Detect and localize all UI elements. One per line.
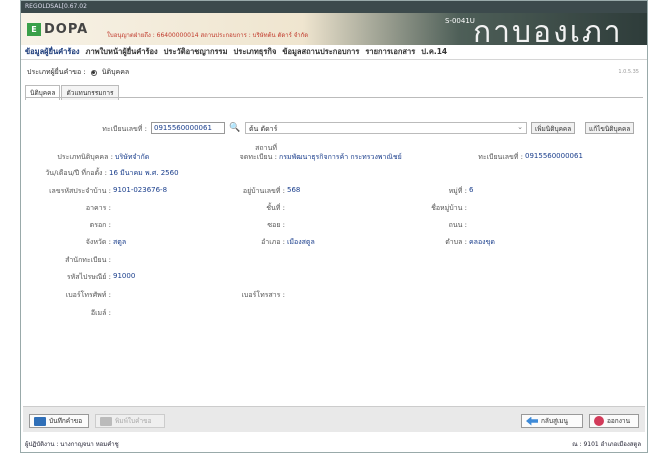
province-value: สตูล (113, 238, 127, 246)
back-button-label: กลับสู่เมนู (541, 417, 568, 425)
status-bar: ผู้ปฏิบัติงาน : นางกาญจนา หอมคำชู ณ : 91… (23, 439, 645, 449)
operator-name: ผู้ปฏิบัติงาน : นางกาญจนา หอมคำชู (25, 441, 119, 448)
office-location: ณ : 9101 อำเภอเมืองสตูล (572, 441, 641, 448)
reg-number-input[interactable]: 0915560000061 (151, 122, 225, 134)
road-label: ถนน : (448, 221, 467, 229)
amphoe-label: อำเภอ : (261, 238, 285, 246)
house-no-label: อยู่บ้านเลขที่ : (242, 187, 285, 195)
village-label: ชื่อหมู่บ้าน : (431, 204, 467, 212)
dopa-logo: E DOPA (27, 22, 88, 37)
fax-label: เบอร์โทรสาร : (241, 291, 285, 299)
phone-label: เบอร์โทรศัพท์ : (65, 291, 111, 299)
logo-mark: E (27, 23, 41, 36)
menu-applicant[interactable]: ข้อมูลผู้ยื่นคำร้อง (25, 46, 80, 58)
save-button-label: บันทึกคำขอ (49, 417, 83, 425)
applicant-type-row: ประเภทผู้ยื่นคำขอ : นิติบุคคล (27, 67, 129, 78)
exit-icon (594, 416, 604, 426)
chevron-down-icon[interactable]: ⌄ (517, 123, 523, 131)
moo-label: หมู่ที่ : (448, 187, 467, 195)
house-code-value: 9101-023676-8 (113, 186, 168, 194)
entity-type-value: บริษัทจำกัด (115, 153, 150, 161)
exit-button[interactable]: ออกงาน (589, 414, 639, 428)
radio-juristic[interactable] (90, 69, 97, 76)
building-label: อาคาร : (85, 204, 111, 212)
menu-documents[interactable]: รายการเอกสาร (365, 46, 415, 58)
menu-business-type[interactable]: ประเภทธุรกิจ (234, 46, 277, 58)
logo-text: DOPA (44, 22, 89, 37)
reg-date-label: วัน/เดือน/ปี ที่กอตั้ง : (45, 169, 107, 177)
back-to-menu-button[interactable]: กลับสู่เมนู (521, 414, 583, 428)
version-label: 1.0.5.35 (618, 69, 639, 75)
print-button[interactable]: พิมพ์ใบคำขอ (95, 414, 165, 428)
print-icon (100, 416, 112, 426)
house-code-label: เลขรหัสประจำบ้าน : (49, 187, 111, 195)
menu-face[interactable]: ภาพใบหน้าผู้ยื่นคำร้อง (86, 46, 158, 58)
back-arrow-icon (526, 416, 538, 426)
action-bar: บันทึกคำขอ พิมพ์ใบคำขอ กลับสู่เมนู ออกงา… (23, 406, 645, 432)
email-label: อีเมล์ : (90, 309, 111, 317)
print-button-label: พิมพ์ใบคำขอ (115, 417, 152, 425)
amphoe-value: เมืองสตูล (287, 238, 315, 246)
panel-divider (25, 97, 643, 98)
postcode-value: 91000 (113, 272, 136, 280)
company-select-value: ต้น ตัดาร์ (249, 125, 278, 133)
main-menu: ข้อมูลผู้ยื่นคำร้อง ภาพใบหน้าผู้ยื่นคำร้… (21, 45, 647, 59)
reg-date-value: 16 มีนาคม พ.ศ. 2560 (109, 169, 179, 177)
reg-search-label: ทะเบียนเลขที่ : (102, 125, 147, 133)
house-no-value: 568 (287, 186, 301, 194)
registrar-value: กรมพัฒนาธุรกิจการค้า กระทรวงพาณิชย์ (279, 153, 402, 161)
app-window: REGOLDSAL[0.67.02 E DOPA ใบอนุญาตฝ่ายถึง… (20, 0, 648, 453)
applicant-type-label: ประเภทผู้ยื่นคำขอ : (27, 68, 86, 76)
reg-no-value: 0915560000061 (525, 152, 583, 160)
postcode-label: รหัสไปรษณีย์ : (66, 273, 111, 281)
floor-label: ชั้นที่ : (266, 204, 285, 212)
registrar-label: จดทะเบียน : (239, 153, 277, 161)
banner-small-text: S-0041U (445, 17, 475, 25)
save-icon (34, 416, 46, 426)
banner-title: กาบองเภา (473, 15, 623, 45)
menu-divider (21, 59, 647, 60)
menu-criminal[interactable]: ประวัติอาชญากรรม (164, 46, 228, 58)
edit-entity-button[interactable]: แก้ไขนิติบุคคล (585, 122, 635, 134)
menu-establishment[interactable]: ข้อมูลสถานประกอบการ (282, 46, 359, 58)
tambon-label: ตำบล : (445, 238, 467, 246)
radio-juristic-label[interactable]: นิติบุคคล (102, 67, 129, 78)
entity-type-label: ประเภทนิติบุคคล : (57, 153, 113, 161)
soi-label: ซอย : (267, 221, 285, 229)
moo-value: 6 (469, 186, 474, 194)
trok-label: ตรอก : (89, 221, 111, 229)
company-select[interactable]: ต้น ตัดาร์ ⌄ (245, 122, 527, 134)
menu-pk14[interactable]: ป.ค.14 (421, 46, 447, 58)
save-button[interactable]: บันทึกคำขอ (29, 414, 89, 428)
header-banner: E DOPA ใบอนุญาตฝ่ายถึง : 66400000014 สถา… (21, 13, 647, 45)
province-label: จังหวัด : (85, 238, 111, 246)
add-entity-button[interactable]: เพิ่มนิติบุคคล (531, 122, 576, 134)
tambon-value: คลองขุด (469, 238, 495, 246)
office-label: สำนักทะเบียน : (65, 256, 111, 264)
search-icon[interactable]: 🔍 (229, 123, 240, 133)
license-status: ใบอนุญาตฝ่ายถึง : 66400000014 สถานประกอบ… (107, 32, 309, 39)
reg-no-label: ทะเบียนเลขที่ : (478, 153, 523, 161)
window-titlebar: REGOLDSAL[0.67.02 (21, 1, 647, 13)
exit-button-label: ออกงาน (607, 417, 631, 425)
